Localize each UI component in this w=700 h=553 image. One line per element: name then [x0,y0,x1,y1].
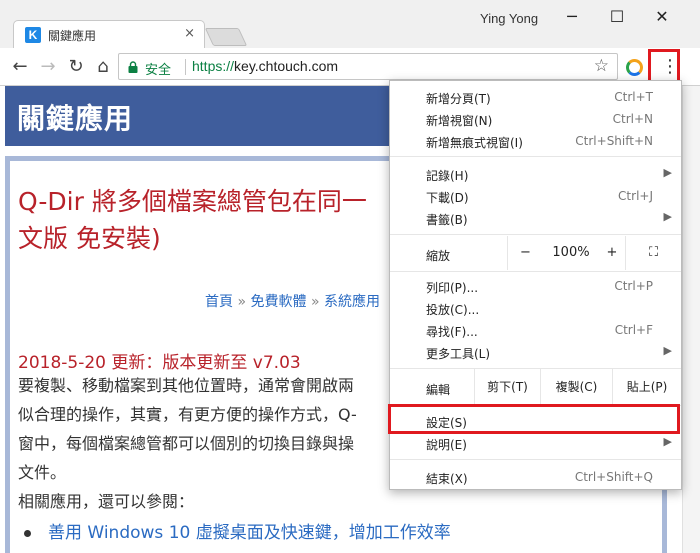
menu-item-label: 記錄(H) [426,169,469,183]
submenu-arrow-icon: ▶ [663,435,672,448]
menu-item-exit[interactable]: 結束(X) Ctrl+Shift+Q [390,466,681,488]
breadcrumb-free-software[interactable]: 免費軟體 [250,294,306,310]
menu-item-label: 新增無痕式視窗(I) [426,136,523,150]
menu-item-shortcut: Ctrl+F [614,323,653,337]
menu-zoom-row: 縮放 − 100% + ⛶ [390,236,681,270]
omnibox-divider [185,59,186,75]
menu-item-label: 更多工具(L) [426,347,491,361]
menu-item-downloads[interactable]: 下載(D) Ctrl+J [390,185,681,207]
menu-item-label: 結束(X) [426,472,468,486]
related-article-link[interactable]: 善用 Windows 10 虛擬桌面及快速鍵，增加工作效率 [48,518,451,543]
menu-item-find[interactable]: 尋找(F)... Ctrl+F [390,319,681,341]
menu-item-shortcut: Ctrl+Shift+Q [574,470,653,484]
fullscreen-icon[interactable]: ⛶ [625,236,681,270]
breadcrumb-home[interactable]: 首頁 [205,294,233,310]
menu-divider [390,234,681,235]
menu-item-new-tab[interactable]: 新增分頁(T) Ctrl+T [390,86,681,108]
menu-item-label: 投放(C)... [426,303,480,317]
zoom-in-button[interactable]: + [599,236,625,270]
breadcrumb-separator: » [237,294,247,310]
new-tab-button[interactable] [204,28,248,46]
extension-icon[interactable] [626,59,643,76]
tab-title: 關鍵應用 [48,29,97,43]
scrollbar[interactable] [682,86,700,553]
menu-divider [390,459,681,460]
close-window-button[interactable]: ✕ [642,4,682,30]
site-favicon-icon: K [25,27,41,43]
menu-item-shortcut: Ctrl+T [614,90,653,104]
site-title[interactable]: 關鍵應用 [17,97,133,137]
menu-item-cast[interactable]: 投放(C)... [390,297,681,319]
zoom-level: 100% [552,245,590,260]
reload-button[interactable]: ↻ [65,56,87,78]
breadcrumb-system-apps[interactable]: 系統應用 [324,294,380,310]
copy-button[interactable]: 複製(C) [540,369,612,405]
menu-item-new-incognito[interactable]: 新增無痕式視窗(I) Ctrl+Shift+N [390,130,681,152]
back-button[interactable]: ← [9,56,31,78]
menu-divider [390,156,681,157]
menu-divider [390,271,681,272]
list-bullet [24,530,31,537]
chrome-menu-button[interactable]: ⋮ [648,49,680,84]
menu-item-new-window[interactable]: 新增視窗(N) Ctrl+N [390,108,681,130]
body-line: 窗中，每個檔案總管都可以個別的切換目錄與操 [18,434,355,453]
menu-item-shortcut: Ctrl+Shift+N [575,134,653,148]
tab-active[interactable]: K 關鍵應用 × [13,20,205,48]
breadcrumb-separator: » [310,294,320,310]
more-vert-icon: ⋮ [661,56,679,77]
zoom-label: 縮放 [426,249,451,263]
edit-label: 編輯 [426,383,451,397]
settings-highlight-box [388,404,680,434]
home-button[interactable]: ⌂ [92,56,114,78]
menu-edit-row: 編輯 剪下(T) 複製(C) 貼上(P) [390,369,681,405]
menu-item-label: 新增分頁(T) [426,92,491,106]
menu-item-more-tools[interactable]: 更多工具(L) ▶ [390,341,681,363]
body-line: 要複製、移動檔案到其他位置時，通常會開啟兩 [18,376,355,395]
update-note: 2018-5-20 更新：版本更新至 v7.03 [18,353,301,373]
submenu-arrow-icon: ▶ [663,344,672,357]
menu-item-label: 新增視窗(N) [426,114,493,128]
menu-item-help[interactable]: 說明(E) ▶ [390,432,681,454]
menu-item-bookmarks[interactable]: 書籤(B) ▶ [390,207,681,229]
url-host: key.chtouch.com [234,58,339,74]
menu-item-label: 列印(P)... [426,281,479,295]
menu-item-shortcut: Ctrl+P [614,279,653,293]
menu-item-label: 下載(D) [426,191,469,205]
menu-item-label: 書籤(B) [426,213,468,227]
menu-item-shortcut: Ctrl+J [618,189,653,203]
body-line: 文件。 [18,463,67,482]
minimize-button[interactable]: ─ [552,4,592,30]
body-line: 似合理的操作，其實，有更方便的操作方式，Q- [18,405,357,424]
profile-name[interactable]: Ying Yong [480,11,538,26]
url-scheme: https:// [192,58,235,74]
maximize-button[interactable]: ☐ [597,4,637,30]
menu-item-label: 說明(E) [426,438,467,452]
url-text[interactable]: https://key.chtouch.com [192,58,338,74]
menu-item-shortcut: Ctrl+N [612,112,653,126]
zoom-out-button[interactable]: − [507,236,543,270]
breadcrumb: 首頁 » 免費軟體 » 系統應用 [205,291,380,311]
body-line: 相關應用，還可以參閱： [18,492,195,511]
secure-label: 安全 [145,63,172,78]
menu-item-print[interactable]: 列印(P)... Ctrl+P [390,275,681,297]
address-bar[interactable]: 安全 https://key.chtouch.com ☆ [118,53,618,80]
menu-item-history[interactable]: 記錄(H) ▶ [390,163,681,185]
paste-button[interactable]: 貼上(P) [612,369,681,405]
lock-icon [128,61,138,73]
submenu-arrow-icon: ▶ [663,210,672,223]
bookmark-star-icon[interactable]: ☆ [594,56,609,76]
tab-close-icon[interactable]: × [184,26,195,41]
title-bar: K 關鍵應用 × Ying Yong ─ ☐ ✕ [0,0,700,48]
menu-item-label: 尋找(F)... [426,325,478,339]
submenu-arrow-icon: ▶ [663,166,672,179]
forward-button[interactable]: → [37,56,59,78]
cut-button[interactable]: 剪下(T) [474,369,540,405]
